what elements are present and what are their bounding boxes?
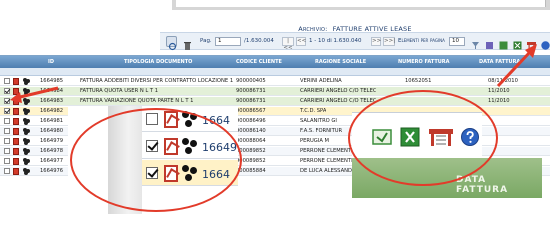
cell-id: 1664980 [40,128,64,134]
pdf-merge-icon[interactable] [526,36,537,50]
window-top-panel [176,0,546,7]
cell-ragione: CARRIERI ANGELO C/O TELEC [300,88,377,94]
refresh-icon[interactable] [166,36,177,51]
highlight-ellipse-left [70,108,242,212]
group-icon[interactable] [23,88,30,95]
group-icon[interactable] [23,108,30,115]
group-icon[interactable] [23,78,30,85]
col-header-data[interactable]: DATA FATTURA [479,59,520,65]
row-checkbox[interactable] [4,128,10,134]
row-checkbox[interactable] [4,138,10,144]
cell-ragione: F.A.S. FORNITUR [300,128,343,134]
help-icon[interactable] [540,36,550,50]
page-label: Pag. [200,38,212,44]
pdf-icon[interactable] [13,108,19,115]
row-checkbox[interactable] [4,148,10,154]
grid-filter-row [0,68,550,76]
grid-header: ID TIPOLOGIA DOCUMENTO CODICE CLIENTE RA… [0,56,550,68]
pager-toolbar: Pag. 1 /1.630.004 |<< << 1 - 10 di 1.630… [160,32,550,51]
cell-data: 08/11/2010 [488,78,518,84]
page-input[interactable]: 1 [215,37,241,46]
highlight-ellipse-right [348,90,498,186]
next-page-button[interactable]: >> [371,37,381,46]
excel-icon[interactable] [512,36,523,50]
group-icon[interactable] [23,158,30,165]
cell-id: 1664984 [40,88,64,94]
cell-codice: 900086496 [236,118,266,124]
group-icon[interactable] [23,148,30,155]
pdf-icon[interactable] [13,158,19,165]
row-checkbox[interactable] [4,118,10,124]
cell-ragione: CARRIERI ANGELO C/O TELEC [300,98,377,104]
col-header-id[interactable]: ID [48,59,54,65]
cell-tipologia: FATTURA VARIAZIONE QUOTA PARTE N L T 1 [80,98,194,104]
cell-codice: 900000405 [236,78,266,84]
cell-tipologia: FATTURA ADDEBITI DIVERSI PER CONTRATTO L… [80,78,234,84]
cell-ragione: VERINI ADELINA [300,78,342,84]
row-checkbox[interactable] [4,158,10,164]
pdf-icon[interactable] [13,118,19,125]
col-header-tipologia[interactable]: TIPOLOGIA DOCUMENTO [124,59,192,65]
row-checkbox[interactable] [4,78,10,84]
table-row[interactable]: 1664984 FATTURA QUOTA USER N L T 1 9000867… [0,87,550,96]
pdf-icon[interactable] [13,88,19,95]
cell-id: 1664983 [40,98,64,104]
row-checkbox[interactable] [4,98,10,104]
export-excel-icon[interactable] [498,36,509,50]
cell-id: 1664979 [40,138,64,144]
row-checkbox[interactable] [4,88,10,94]
page-total: /1.630.004 [244,38,274,44]
per-page-select[interactable]: 10 [449,37,465,46]
pdf-icon[interactable] [13,138,19,145]
cell-data: 11/2010 [488,98,510,104]
save-icon[interactable] [484,36,495,49]
col-header-codice[interactable]: CODICE CLIENTE [236,59,282,65]
per-page-label: Elementi per pagina [398,38,445,44]
cell-id: 1664977 [40,158,64,164]
table-row[interactable]: 1664985 FATTURA ADDEBITI DIVERSI PER CONT… [0,77,550,86]
group-icon[interactable] [23,168,30,175]
cell-data: 11/2010 [488,88,510,94]
group-icon[interactable] [23,118,30,125]
cell-id: 1664985 [40,78,64,84]
filter-icon[interactable] [470,36,481,49]
pdf-icon[interactable] [13,148,19,155]
cell-id: 1664982 [40,108,64,114]
col-header-ragione[interactable]: RAGIONE SOCIALE [315,59,366,65]
cell-tipologia: FATTURA QUOTA USER N L T 1 [80,88,159,94]
trash-icon[interactable] [182,36,193,50]
cell-id: 1664981 [40,118,64,124]
prev-page-button[interactable]: << [296,37,306,46]
last-page-button[interactable]: >>| [383,37,395,46]
cell-id: 1664978 [40,148,64,154]
row-checkbox[interactable] [4,168,10,174]
cell-codice: 900086731 [236,88,266,94]
zoom-right-banner-text: DATA FATTURA [456,175,509,195]
cell-id: 1664976 [40,168,64,174]
cell-numero: 10652051 [405,78,432,84]
row-checkbox[interactable] [4,108,10,114]
group-icon[interactable] [23,128,30,135]
cell-ragione: T.C.D. SPA [300,108,327,114]
cell-ragione: PERUGIA M [300,138,330,144]
cell-codice: 900088064 [236,138,266,144]
archive-title: Archivio: FATTURE ATTIVE LEASE [160,16,550,33]
screenshot-stage: Archivio: FATTURE ATTIVE LEASE Pag. 1 /1… [0,0,550,214]
pdf-icon[interactable] [13,168,19,175]
cell-codice: 900086567 [236,108,266,114]
cell-ragione: SALANITRO GI [300,118,337,124]
range-text: 1 - 10 di 1.630.040 [309,38,362,44]
pdf-icon[interactable] [13,128,19,135]
col-header-numero[interactable]: NUMERO FATTURA [398,59,450,65]
pdf-icon[interactable] [13,78,19,85]
first-page-button[interactable]: |<< [282,37,294,51]
group-icon[interactable] [23,98,30,105]
pdf-icon[interactable] [13,98,19,105]
group-icon[interactable] [23,138,30,145]
cell-codice: 900086140 [236,128,266,134]
cell-codice: 900086731 [236,98,266,104]
